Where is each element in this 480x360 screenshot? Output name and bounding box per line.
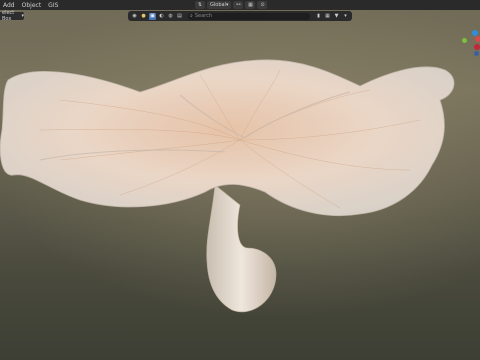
snap-icon[interactable]: ▦	[245, 1, 256, 9]
orientation-icon[interactable]: ⇅	[195, 1, 205, 9]
x-axis-dot[interactable]	[475, 36, 480, 42]
menu-object[interactable]: Object	[22, 2, 42, 9]
mushroom-model	[0, 59, 455, 313]
view-icon[interactable]: ◉	[131, 13, 138, 20]
search-placeholder: Search	[194, 13, 212, 19]
menu-add[interactable]: Add	[3, 2, 15, 9]
link-icon[interactable]: ⚯	[233, 1, 244, 9]
3d-viewport[interactable]: Add Object GIS ⇅ Global ▾ ⚯ ▦ ⊙ elect Bo…	[0, 0, 480, 360]
neg-z-axis-dot[interactable]	[474, 51, 479, 56]
bookmark-icon[interactable]: ▮	[315, 13, 322, 20]
select-box-dropdown[interactable]: elect Box ▾	[0, 10, 24, 22]
chevron-down-icon: ▾	[225, 2, 229, 8]
viewport-toolbar: ◉ ● ▣ ◐ ◍ ▤ ⌕ Search ▮ ▦ ▼ ▾	[128, 11, 352, 21]
search-input[interactable]: ⌕ Search	[188, 12, 310, 20]
filter-icon[interactable]: ▼	[333, 13, 340, 20]
orientation-dropdown[interactable]: Global ▾	[207, 1, 232, 9]
shading-icon[interactable]: ●	[140, 13, 147, 20]
lock-icon[interactable]: ◍	[167, 13, 174, 20]
grid-icon[interactable]: ▦	[324, 13, 331, 20]
select-box-label: elect Box	[2, 10, 15, 22]
neg-x-axis-dot[interactable]	[474, 44, 480, 50]
header-tools: ⇅ Global ▾ ⚯ ▦ ⊙	[195, 1, 268, 9]
menu-gis[interactable]: GIS	[48, 2, 58, 9]
search-icon: ⌕	[190, 13, 193, 19]
camera-icon[interactable]: ▤	[176, 13, 183, 20]
chevron-down-icon: ▾	[21, 13, 24, 19]
chevron-down-icon[interactable]: ▾	[342, 13, 349, 20]
display-icon[interactable]: ▣	[149, 12, 156, 20]
render-icon[interactable]: ◐	[158, 13, 165, 20]
y-axis-dot[interactable]	[462, 38, 467, 43]
orientation-label: Global	[210, 2, 226, 8]
navigation-gizmo[interactable]	[460, 30, 480, 60]
proportional-icon[interactable]: ⊙	[257, 1, 268, 9]
